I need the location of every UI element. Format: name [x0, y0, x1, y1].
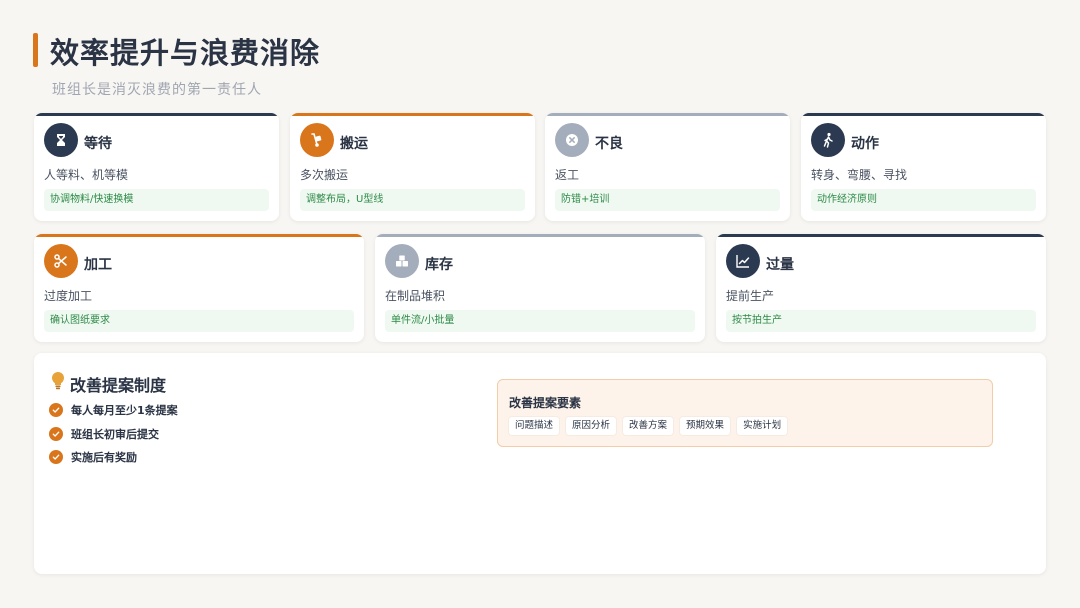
waste-solution: 协调物料/快速换模 [44, 189, 269, 211]
rule-item: 班组长初审后提交 [49, 425, 159, 443]
rule-text: 实施后有奖励 [71, 451, 137, 464]
card-top-border [34, 113, 279, 116]
waste-card-transport: 搬运 多次搬运 调整布局，U型线 [290, 113, 535, 221]
waste-description: 返工 [555, 168, 580, 182]
element-tag: 实施计划 [737, 417, 788, 435]
waste-description: 在制品堆积 [385, 289, 446, 303]
card-top-border [290, 113, 535, 116]
hand-truck-icon [300, 123, 334, 157]
check-circle-icon [49, 450, 63, 464]
waste-name: 不良 [595, 136, 623, 152]
element-tag: 原因分析 [566, 417, 617, 435]
rule-text: 班组长初审后提交 [71, 428, 159, 441]
waste-card-overproduction: 过量 提前生产 按节拍生产 [716, 234, 1046, 342]
rule-item: 实施后有奖励 [49, 448, 137, 466]
waste-description: 提前生产 [726, 289, 775, 303]
elements-title: 改善提案要素 [509, 396, 582, 410]
waste-description: 人等料、机等模 [44, 168, 129, 182]
element-tag: 预期效果 [680, 417, 731, 435]
lightbulb-icon [49, 370, 67, 392]
proposal-elements-box: 改善提案要素 问题描述 原因分析 改善方案 预期效果 实施计划 [497, 379, 993, 447]
waste-name: 搬运 [340, 136, 368, 152]
scissors-icon [44, 244, 78, 278]
waste-solution: 动作经济原则 [811, 189, 1036, 211]
proposal-title: 改善提案制度 [70, 376, 167, 395]
card-top-border [34, 234, 364, 237]
waste-name: 库存 [425, 257, 453, 273]
card-top-border [545, 113, 790, 116]
waste-solution: 单件流/小批量 [385, 310, 695, 332]
waste-card-inventory: 库存 在制品堆积 单件流/小批量 [375, 234, 705, 342]
card-top-border [375, 234, 705, 237]
waste-name: 过量 [766, 257, 794, 273]
waste-description: 过度加工 [44, 289, 93, 303]
waste-solution: 调整布局，U型线 [300, 189, 525, 211]
page-title: 效率提升与浪费消除 [50, 36, 321, 70]
title-accent-bar [33, 33, 38, 67]
page-subtitle: 班组长是消灭浪费的第一责任人 [52, 82, 262, 98]
card-top-border [716, 234, 1046, 237]
waste-card-processing: 加工 过度加工 确认图纸要求 [34, 234, 364, 342]
waste-description: 转身、弯腰、寻找 [811, 168, 908, 182]
elements-tag-list: 问题描述 原因分析 改善方案 预期效果 实施计划 [509, 417, 788, 435]
waste-solution: 确认图纸要求 [44, 310, 354, 332]
rule-item: 每人每月至少1条提案 [49, 401, 178, 419]
walking-person-icon [811, 123, 845, 157]
hourglass-icon [44, 123, 78, 157]
waste-name: 加工 [84, 257, 112, 273]
close-circle-icon [555, 123, 589, 157]
proposal-panel: 改善提案制度 每人每月至少1条提案 班组长初审后提交 实施后有奖励 改善提案要素… [34, 353, 1046, 574]
element-tag: 改善方案 [623, 417, 674, 435]
waste-solution: 防错+培训 [555, 189, 780, 211]
line-chart-icon [726, 244, 760, 278]
element-tag: 问题描述 [509, 417, 560, 435]
check-circle-icon [49, 403, 63, 417]
waste-description: 多次搬运 [300, 168, 349, 182]
waste-solution: 按节拍生产 [726, 310, 1036, 332]
waste-name: 动作 [851, 136, 879, 152]
check-circle-icon [49, 427, 63, 441]
waste-card-defects: 不良 返工 防错+培训 [545, 113, 790, 221]
waste-card-waiting: 等待 人等料、机等模 协调物料/快速换模 [34, 113, 279, 221]
boxes-icon [385, 244, 419, 278]
rule-text: 每人每月至少1条提案 [71, 404, 178, 417]
waste-name: 等待 [84, 136, 112, 152]
waste-card-motion: 动作 转身、弯腰、寻找 动作经济原则 [801, 113, 1046, 221]
card-top-border [801, 113, 1046, 116]
